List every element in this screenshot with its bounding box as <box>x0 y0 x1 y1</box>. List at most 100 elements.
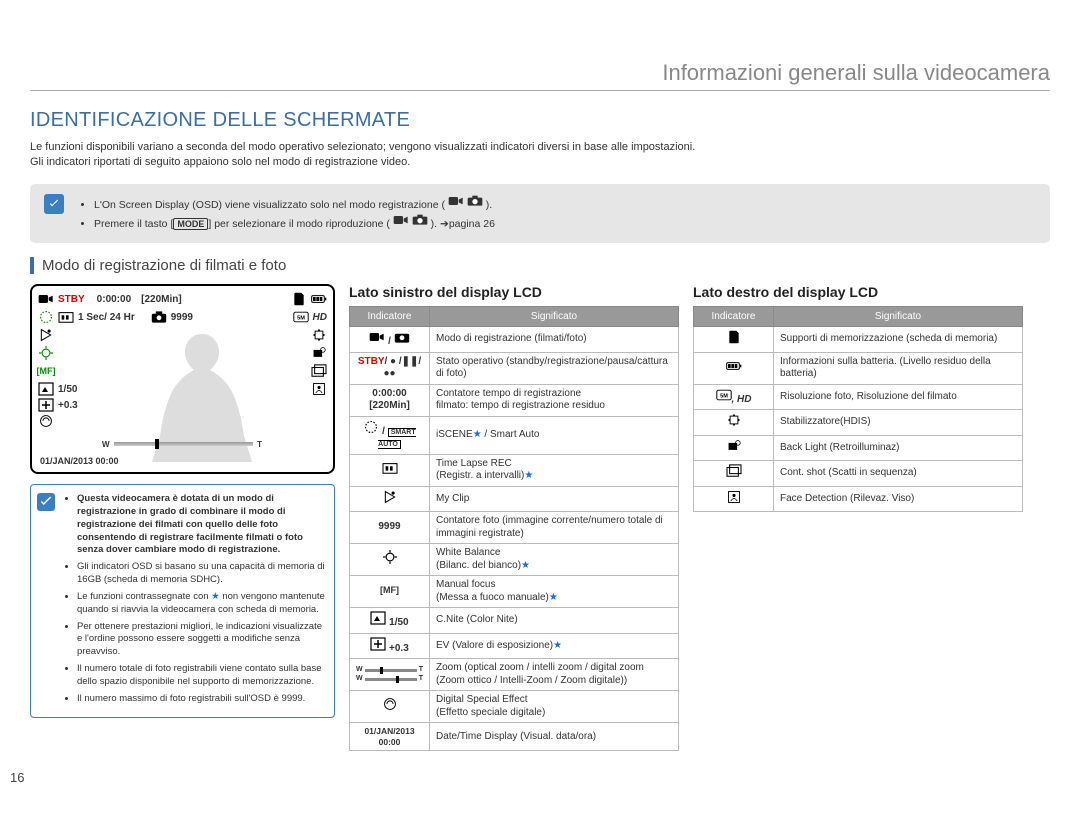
photo-count: 9999 <box>171 312 193 323</box>
sd-card-icon <box>726 330 742 344</box>
face-icon <box>726 490 742 504</box>
remain-time: [220Min] <box>141 294 182 305</box>
table-row: Digital Special Effect (Effetto speciale… <box>350 691 679 723</box>
table-row: 1/50C.Nite (Color Nite) <box>350 608 679 634</box>
table-row: White Balance(Bilanc. del bianco)★ <box>350 544 679 576</box>
cnite-icon <box>370 611 386 625</box>
note-bullet-1: L'On Screen Display (OSD) viene visualiz… <box>94 194 1036 214</box>
check-icon <box>44 194 64 214</box>
iscene-icon <box>363 420 379 434</box>
myclip-icon <box>38 328 54 342</box>
cont-shot-icon <box>311 364 327 378</box>
ev-label: +0.3 <box>58 400 78 411</box>
smart-auto-icon: SMARTAUTO <box>378 428 415 450</box>
right-indicator-table: Indicatore Significato Supporti di memor… <box>693 306 1023 512</box>
video-icon <box>369 330 385 344</box>
subnote-3: Le funzioni contrassegnate con ★ non ven… <box>77 591 326 617</box>
subnote-5: Il numero totale di foto registrabili vi… <box>77 663 326 689</box>
backlight-icon <box>311 346 327 360</box>
battery-icon <box>726 359 742 373</box>
sub-note-box: Questa videocamera è dotata di un modo d… <box>30 484 335 718</box>
table-row: My Clip <box>350 486 679 512</box>
table-row: 5M, HDRisoluzione foto, Risoluzione del … <box>694 384 1023 410</box>
table-header: Significato <box>774 307 1023 327</box>
svg-text:5M: 5M <box>720 393 728 399</box>
table-header: Indicatore <box>694 307 774 327</box>
zoom-bar: W T <box>102 440 262 448</box>
left-table-title: Lato sinistro del display LCD <box>349 284 679 300</box>
header-title: Informazioni generali sulla videocamera <box>30 60 1050 91</box>
intro-text: Le funzioni disponibili variano a second… <box>30 140 1050 170</box>
subnote-2: Gli indicatori OSD si basano su una capa… <box>77 561 326 587</box>
battery-icon <box>311 292 327 306</box>
dse-icon <box>38 414 54 428</box>
cont-shot-icon <box>726 464 742 478</box>
main-title: IDENTIFICAZIONE DELLE SCHERMATE <box>30 109 1050 132</box>
rec-time: 0:00:00 <box>97 294 131 305</box>
table-row: Cont. shot (Scatti in sequenza) <box>694 461 1023 487</box>
table-row: 01/JAN/2013 00:00Date/Time Display (Visu… <box>350 723 679 751</box>
camera-icon <box>151 310 167 324</box>
table-header: Significato <box>430 307 679 327</box>
lcd-preview: STBY 0:00:00 [220Min] 1 Sec/ 24 Hr 9999 <box>30 284 335 474</box>
ev-icon <box>370 637 386 651</box>
iscene-icon <box>38 310 54 324</box>
pause-icon: ❚❚ <box>402 356 419 367</box>
table-row: / SMARTAUTOiSCENE★ / Smart Auto <box>350 416 679 454</box>
face-icon <box>311 382 327 396</box>
table-row: Back Light (Retroilluminaz) <box>694 435 1023 461</box>
table-row: Stabilizzatore(HDIS) <box>694 410 1023 436</box>
stby-label: STBY <box>58 294 85 305</box>
photo-res-icon: 5M <box>293 310 309 324</box>
hd-label: HD <box>313 312 327 323</box>
camera-icon <box>394 330 410 344</box>
hdis-icon <box>726 413 742 427</box>
intro-line1: Le funzioni disponibili variano a second… <box>30 141 695 153</box>
left-indicator-table: Indicatore Significato / Modo di registr… <box>349 306 679 751</box>
camera-icon <box>412 213 428 227</box>
page-number: 16 <box>10 770 24 785</box>
subnote-4: Per ottenere prestazioni migliori, le in… <box>77 621 326 659</box>
table-row: Supporti di memorizzazione (scheda di me… <box>694 327 1023 353</box>
table-row: / Modo di registrazione (filmati/foto) <box>350 327 679 353</box>
mf-icon: [MF] <box>38 364 54 378</box>
table-row: [MF]Manual focus(Messa a fuoco manuale)★ <box>350 576 679 608</box>
shutter-label: 1/50 <box>58 384 77 395</box>
note-bullet-2: Premere il tasto [MODE] per selezionare … <box>94 213 1036 233</box>
table-row: +0.3EV (Valore di esposizione)★ <box>350 633 679 659</box>
video-icon <box>448 194 464 208</box>
interval-label: 1 Sec/ 24 Hr <box>78 312 135 323</box>
mode-badge: MODE <box>173 218 208 230</box>
ev-icon <box>38 398 54 412</box>
table-row: STBY/ ● /❚❚/●●Stato operativo (standby/r… <box>350 352 679 384</box>
record-icon: ●● <box>383 368 395 379</box>
video-icon <box>393 213 409 227</box>
backlight-icon <box>726 439 742 453</box>
photo-res-icon: 5M <box>716 388 732 402</box>
date-label: 01/JAN/2013 00:00 <box>40 456 119 466</box>
timelapse-icon <box>58 310 74 324</box>
svg-text:5M: 5M <box>297 316 305 322</box>
subnote-1: Questa videocamera è dotata di un modo d… <box>77 493 326 557</box>
wb-icon <box>382 550 398 564</box>
video-icon <box>38 292 54 306</box>
table-row: Time Lapse REC(Registr. a intervalli)★ <box>350 454 679 486</box>
check-icon <box>37 493 55 511</box>
table-row: Informazioni sulla batteria. (Livello re… <box>694 352 1023 384</box>
dse-icon <box>382 697 398 711</box>
camera-icon <box>467 194 483 208</box>
intro-line2: Gli indicatori riportati di seguito appa… <box>30 156 410 168</box>
table-row: WTWTZoom (optical zoom / intelli zoom / … <box>350 659 679 691</box>
table-row: 9999Contatore foto (immagine corrente/nu… <box>350 512 679 544</box>
table-header: Indicatore <box>350 307 430 327</box>
timelapse-icon <box>382 461 398 475</box>
table-row: 0:00:00 [220Min]Contatore tempo di regis… <box>350 384 679 416</box>
right-table-title: Lato destro del display LCD <box>693 284 1023 300</box>
hdis-icon <box>311 328 327 342</box>
cnite-icon <box>38 382 54 396</box>
note-box: L'On Screen Display (OSD) viene visualiz… <box>30 184 1050 244</box>
mf-icon: [MF] <box>380 585 399 595</box>
wb-icon <box>38 346 54 360</box>
sd-card-icon <box>291 292 307 306</box>
arrow-icon: ➔ <box>440 218 449 230</box>
